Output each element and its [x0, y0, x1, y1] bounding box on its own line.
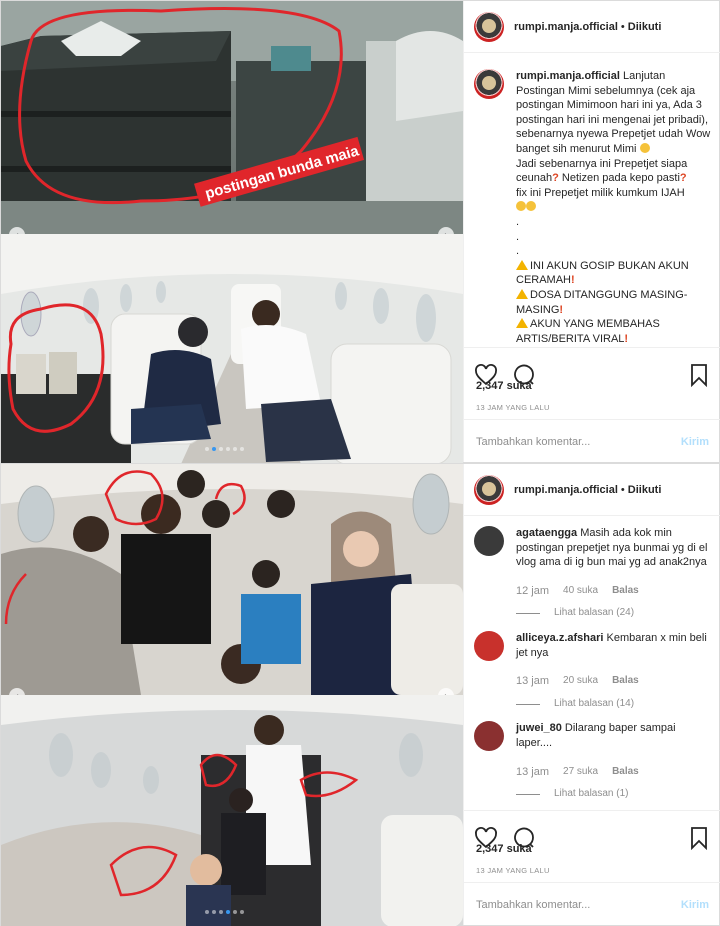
warning-icon — [516, 318, 528, 329]
comment-time[interactable]: 13 jam — [516, 674, 549, 689]
comment-likes[interactable]: 20 suka — [563, 674, 598, 689]
post-photo-jet-cabin[interactable] — [1, 234, 463, 464]
caption-body-3: Netizen pada kepo pasti — [558, 172, 680, 185]
comment-time[interactable]: 13 jam — [516, 765, 549, 780]
post-header: rumpi.manja.official • Diikuti — [464, 464, 720, 516]
post-timestamp: 13 JAM YANG LALU — [476, 866, 550, 875]
warning-icon — [516, 288, 528, 299]
post-sidebar: rumpi.manja.official • Diikuti agataengg… — [463, 464, 720, 925]
avatar[interactable] — [474, 474, 504, 505]
avatar[interactable] — [474, 11, 504, 42]
header-username[interactable]: rumpi.manja.official — [514, 21, 618, 33]
follow-button[interactable]: Diikuti — [628, 21, 662, 33]
header-separator: • — [620, 20, 625, 33]
comment-username[interactable]: agataengga — [516, 527, 577, 539]
post-timestamp: 13 JAM YANG LALU — [476, 403, 550, 412]
exclamation-emoji-icon: ! — [571, 274, 575, 287]
post-photo-tissue-box[interactable]: postingan bunda maia — [1, 1, 463, 234]
likes-count[interactable]: 2,347 suka — [476, 380, 532, 392]
post-photo-group-jet[interactable] — [1, 464, 463, 695]
view-replies-button[interactable]: Lihat balasan (14) — [516, 697, 711, 712]
avatar[interactable] — [474, 721, 504, 752]
comment-username[interactable]: alliceya.z.afshari — [516, 632, 603, 644]
follow-button[interactable]: Diikuti — [628, 484, 662, 496]
post-header: rumpi.manja.official • Diikuti — [464, 1, 720, 53]
comment-item: agataengga Masih ada kok min postingan p… — [474, 526, 711, 621]
caption-dots: . . . — [516, 215, 520, 258]
view-replies-button[interactable]: Lihat balasan (24) — [516, 606, 711, 621]
reply-button[interactable]: Balas — [612, 674, 639, 689]
question-mark-emoji-icon: ? — [679, 172, 687, 185]
post-sidebar: rumpi.manja.official • Diikuti rumpi.man… — [463, 1, 720, 462]
caption-warning-3: AKUN YANG MEMBAHAS ARTIS/BERITA VIRAL — [516, 318, 663, 345]
reply-button[interactable]: Balas — [612, 765, 639, 780]
sad-emoji-icon — [526, 201, 536, 212]
add-comment-bar: Kirim — [464, 882, 720, 926]
caption-area: rumpi.manja.official Lanjutan Postingan … — [464, 53, 720, 345]
comments-list: agataengga Masih ada kok min postingan p… — [464, 516, 720, 808]
bookmark-icon[interactable] — [687, 363, 711, 387]
smile-emoji-icon — [639, 142, 650, 153]
carousel-dots — [205, 447, 244, 451]
post-photo-family-jet[interactable] — [1, 695, 463, 926]
caption-body: Lanjutan Postingan Mimi sebelumnya (cek … — [516, 70, 714, 155]
avatar[interactable] — [474, 526, 504, 556]
carousel-dots — [205, 910, 244, 914]
header-separator: • — [620, 483, 625, 496]
caption-warning-1: INI AKUN GOSIP BUKAN AKUN CERAMAH — [516, 259, 692, 287]
comment-input[interactable] — [476, 435, 676, 448]
instagram-post-2: ‹ › rumpi.manja. — [0, 463, 720, 926]
bookmark-icon[interactable] — [687, 826, 711, 850]
exclamation-emoji-icon: ! — [624, 332, 629, 345]
avatar[interactable] — [474, 630, 504, 661]
comment-likes[interactable]: 40 suka — [563, 584, 598, 599]
question-mark-emoji-icon: ? — [552, 172, 559, 185]
send-button[interactable]: Kirim — [681, 899, 709, 911]
comment-item: alliceya.z.afshari Kembaran x min beli j… — [474, 630, 711, 712]
avatar[interactable] — [474, 69, 504, 99]
instagram-post-1: postingan bunda maia ‹ › — [0, 0, 720, 464]
comment-input[interactable] — [476, 898, 676, 911]
comment-time[interactable]: 12 jam — [516, 584, 549, 599]
header-username[interactable]: rumpi.manja.official — [514, 484, 618, 496]
exclamation-emoji-icon: ! — [559, 303, 564, 316]
comment-likes[interactable]: 27 suka — [563, 765, 598, 780]
caption-text: rumpi.manja.official Lanjutan Postingan … — [516, 69, 711, 345]
warning-icon — [516, 259, 528, 270]
sad-emoji-icon — [516, 201, 526, 212]
comment-username[interactable]: juwei_80 — [516, 722, 562, 734]
send-button[interactable]: Kirim — [681, 436, 709, 448]
reply-button[interactable]: Balas — [612, 584, 639, 599]
caption-username[interactable]: rumpi.manja.official — [516, 70, 620, 82]
caption-warning-2: DOSA DITANGGUNG MASING-MASING — [516, 288, 688, 316]
likes-count[interactable]: 2,347 suka — [476, 843, 532, 855]
view-replies-button[interactable]: Lihat balasan (1) — [516, 787, 711, 802]
add-comment-bar: Kirim — [464, 419, 720, 463]
comment-item: juwei_80 Dilarang baper sampai laper....… — [474, 721, 711, 801]
caption-body-4: fix ini Prepetjet milik kumkum IJAH — [516, 186, 685, 199]
